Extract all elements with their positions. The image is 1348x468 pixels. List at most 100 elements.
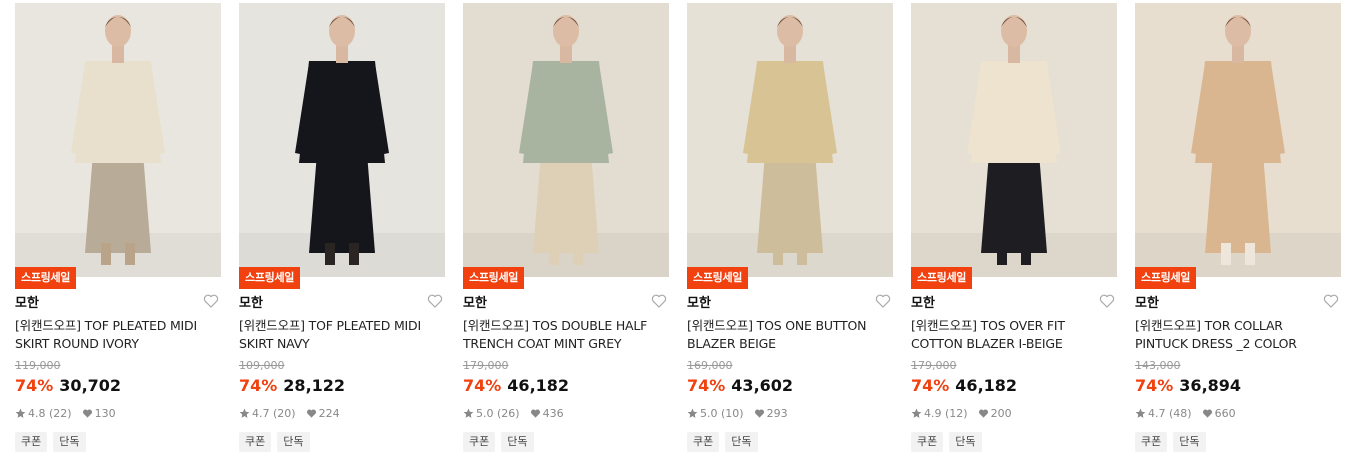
model-lower-garment <box>757 153 823 253</box>
product-card[interactable]: 스프링세일 모한 [위캔드오프] TOS OVER FIT COTTON BLAZ… <box>911 3 1117 465</box>
sale-badge: 스프링세일 <box>1135 267 1197 289</box>
tag-list: 쿠폰 단독 <box>911 432 988 452</box>
sale-price: 36,894 <box>1179 376 1242 395</box>
product-name-line2: SKIRT NAVY <box>239 336 310 351</box>
coupon-tag: 쿠폰 <box>15 432 48 452</box>
exclusive-tag: 단독 <box>53 432 86 452</box>
model-face <box>553 15 579 47</box>
model-right-leg <box>1245 243 1255 265</box>
model-right-leg <box>797 243 807 265</box>
product-name[interactable]: [위캔드오프] TOS DOUBLE HALF TRENCH COAT MINT … <box>463 317 669 353</box>
brand-name[interactable]: 모한 <box>1135 292 1159 311</box>
brand-row: 모한 <box>1135 292 1341 312</box>
product-name[interactable]: [위캔드오프] TOF PLEATED MIDI SKIRT NAVY <box>239 317 445 353</box>
like-heart-icon <box>82 408 93 419</box>
product-image[interactable] <box>239 3 445 277</box>
product-image[interactable] <box>463 3 669 277</box>
price-row: 74% 28,122 <box>239 376 345 395</box>
product-card[interactable]: 스프링세일 모한 [위캔드오프] TOF PLEATED MIDI SKIRT N… <box>239 3 445 465</box>
rating-value: 5.0 <box>700 407 718 420</box>
product-card[interactable]: 스프링세일 모한 [위캔드오프] TOS ONE BUTTON BLAZER BE… <box>687 3 893 465</box>
product-name-line1: [위캔드오프] TOF PLEATED MIDI <box>239 318 421 333</box>
wishlist-heart-icon[interactable] <box>1099 293 1115 309</box>
product-card[interactable]: 스프링세일 모한 [위캔드오프] TOR COLLAR PINTUCK DRESS… <box>1135 3 1341 465</box>
exclusive-tag: 단독 <box>1173 432 1206 452</box>
like-heart-icon <box>306 408 317 419</box>
model-left-leg <box>325 243 335 265</box>
review-count: (10) <box>721 407 744 420</box>
rating-value: 4.7 <box>1148 407 1166 420</box>
rating-value: 4.8 <box>28 407 46 420</box>
wishlist-heart-icon[interactable] <box>1323 293 1339 309</box>
discount-rate: 74% <box>239 376 278 395</box>
brand-name[interactable]: 모한 <box>911 292 935 311</box>
star-icon <box>239 408 250 419</box>
product-name-line1: [위캔드오프] TOS DOUBLE HALF <box>463 318 648 333</box>
product-image[interactable] <box>15 3 221 277</box>
product-card[interactable]: 스프링세일 모한 [위캔드오프] TOS DOUBLE HALF TRENCH C… <box>463 3 669 465</box>
product-name-line2: PINTUCK DRESS _2 COLOR <box>1135 336 1297 351</box>
original-price: 143,000 <box>1135 359 1181 372</box>
coupon-tag: 쿠폰 <box>687 432 720 452</box>
price-row: 74% 30,702 <box>15 376 121 395</box>
model-face <box>1225 15 1251 47</box>
discount-rate: 74% <box>1135 376 1174 395</box>
sale-price: 30,702 <box>59 376 122 395</box>
brand-row: 모한 <box>463 292 669 312</box>
sale-badge: 스프링세일 <box>463 267 525 289</box>
sale-badge: 스프링세일 <box>239 267 301 289</box>
original-price: 179,000 <box>463 359 509 372</box>
original-price: 109,000 <box>239 359 285 372</box>
brand-name[interactable]: 모한 <box>463 292 487 311</box>
original-price: 119,000 <box>15 359 61 372</box>
brand-row: 모한 <box>687 292 893 312</box>
model-face <box>329 15 355 47</box>
review-count: (48) <box>1169 407 1192 420</box>
brand-row: 모한 <box>15 292 221 312</box>
product-image[interactable] <box>1135 3 1341 277</box>
product-name-line1: [위캔드오프] TOF PLEATED MIDI <box>15 318 197 333</box>
discount-rate: 74% <box>911 376 950 395</box>
product-image[interactable] <box>911 3 1117 277</box>
brand-name[interactable]: 모한 <box>687 292 711 311</box>
rating-row: 4.7 (20) 224 <box>239 407 340 420</box>
wishlist-heart-icon[interactable] <box>427 293 443 309</box>
rating-value: 4.9 <box>924 407 942 420</box>
like-heart-icon <box>1202 408 1213 419</box>
model-right-leg <box>1021 243 1031 265</box>
sale-badge: 스프링세일 <box>687 267 749 289</box>
wishlist-heart-icon[interactable] <box>651 293 667 309</box>
like-count: 224 <box>318 407 340 420</box>
coupon-tag: 쿠폰 <box>911 432 944 452</box>
product-name[interactable]: [위캔드오프] TOS OVER FIT COTTON BLAZER I-BEIG… <box>911 317 1117 353</box>
coupon-tag: 쿠폰 <box>463 432 496 452</box>
like-count: 660 <box>1214 407 1236 420</box>
rating-row: 4.7 (48) 660 <box>1135 407 1236 420</box>
star-icon <box>15 408 26 419</box>
brand-name[interactable]: 모한 <box>239 292 263 311</box>
product-image[interactable] <box>687 3 893 277</box>
discount-rate: 74% <box>15 376 54 395</box>
wishlist-heart-icon[interactable] <box>875 293 891 309</box>
product-card[interactable]: 스프링세일 모한 [위캔드오프] TOF PLEATED MIDI SKIRT R… <box>15 3 221 465</box>
product-name-line2: TRENCH COAT MINT GREY <box>463 336 622 351</box>
product-grid: 스프링세일 모한 [위캔드오프] TOF PLEATED MIDI SKIRT R… <box>0 0 1348 468</box>
tag-list: 쿠폰 단독 <box>15 432 92 452</box>
sale-price: 46,182 <box>507 376 570 395</box>
sale-badge: 스프링세일 <box>911 267 973 289</box>
product-name[interactable]: [위캔드오프] TOS ONE BUTTON BLAZER BEIGE <box>687 317 893 353</box>
review-count: (26) <box>497 407 520 420</box>
original-price: 169,000 <box>687 359 733 372</box>
product-name-line1: [위캔드오프] TOS ONE BUTTON <box>687 318 867 333</box>
product-name[interactable]: [위캔드오프] TOR COLLAR PINTUCK DRESS _2 COLOR <box>1135 317 1341 353</box>
review-count: (20) <box>273 407 296 420</box>
brand-row: 모한 <box>239 292 445 312</box>
brand-name[interactable]: 모한 <box>15 292 39 311</box>
like-count: 436 <box>542 407 564 420</box>
wishlist-heart-icon[interactable] <box>203 293 219 309</box>
coupon-tag: 쿠폰 <box>1135 432 1168 452</box>
product-name[interactable]: [위캔드오프] TOF PLEATED MIDI SKIRT ROUND IVOR… <box>15 317 221 353</box>
product-name-line2: COTTON BLAZER I-BEIGE <box>911 336 1063 351</box>
rating-row: 5.0 (10) 293 <box>687 407 788 420</box>
rating-row: 4.9 (12) 200 <box>911 407 1012 420</box>
